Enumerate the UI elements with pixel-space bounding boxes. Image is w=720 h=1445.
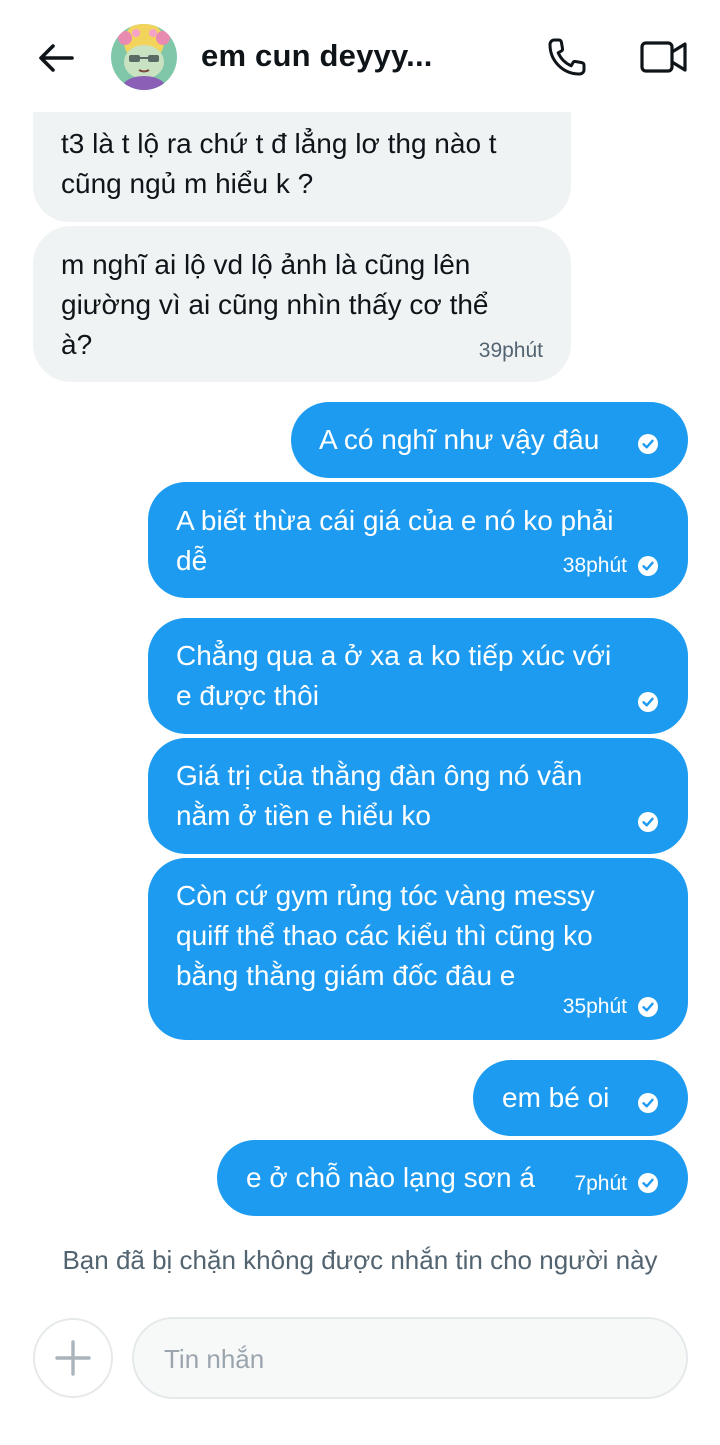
conversation-header: em cun deyyy... <box>0 0 720 112</box>
read-check-icon <box>638 1173 658 1193</box>
message-text: Giá trị của thằng đàn ông nó vẫn nằm ở t… <box>176 760 583 831</box>
read-check-icon <box>638 997 658 1017</box>
read-check-icon <box>638 812 658 832</box>
call-button[interactable] <box>545 35 589 79</box>
message-timestamp: 39phút <box>478 339 543 362</box>
message-timestamp: 35phút <box>562 995 627 1018</box>
message-bubble-incoming[interactable]: t3 là t lộ ra chứ t đ lẳng lơ thg nào t … <box>33 112 571 222</box>
message-bubble-incoming[interactable]: m nghĩ ai lộ vd lộ ảnh là cũng lên giườn… <box>33 226 571 382</box>
message-bubble-outgoing[interactable]: em bé oi <box>473 1060 688 1136</box>
message-text: Chẳng qua a ở xa a ko tiếp xúc với e đượ… <box>176 640 612 711</box>
arrow-left-icon <box>39 44 74 72</box>
read-check-icon <box>638 692 658 712</box>
back-button[interactable] <box>34 36 78 80</box>
message-bubble-outgoing[interactable]: e ở chỗ nào lạng sơn á 7phút <box>217 1140 688 1216</box>
read-check-icon <box>638 556 658 576</box>
message-text: A có nghĩ như vậy đâu <box>319 424 600 455</box>
message-bubble-outgoing[interactable]: Còn cứ gym rủng tóc vàng messy quiff thể… <box>148 858 688 1040</box>
message-text: em bé oi <box>502 1082 610 1113</box>
conversation-title[interactable]: em cun deyyy... <box>201 38 433 74</box>
read-check-icon <box>638 1093 658 1113</box>
message-bubble-outgoing[interactable]: A biết thừa cái giá của e nó ko phải dễ … <box>148 482 688 598</box>
message-text: t3 là t lộ ra chứ t đ lẳng lơ thg nào t … <box>61 128 497 199</box>
message-bubble-outgoing[interactable]: Giá trị của thằng đàn ông nó vẫn nằm ở t… <box>148 738 688 854</box>
video-call-button[interactable] <box>639 38 689 76</box>
video-camera-icon <box>640 41 687 73</box>
message-thread: t3 là t lộ ra chứ t đ lẳng lơ thg nào t … <box>0 0 720 1240</box>
avatar[interactable] <box>111 24 177 90</box>
message-composer <box>132 1317 688 1399</box>
plus-icon <box>55 1340 91 1376</box>
message-text: Còn cứ gym rủng tóc vàng messy quiff thể… <box>176 880 595 991</box>
blocked-notice: Bạn đã bị chặn không được nhắn tin cho n… <box>62 1245 658 1275</box>
message-bubble-outgoing[interactable]: A có nghĩ như vậy đâu <box>291 402 688 478</box>
message-text: m nghĩ ai lộ vd lộ ảnh là cũng lên giườn… <box>61 249 489 360</box>
read-check-icon <box>638 434 658 454</box>
add-attachment-button[interactable] <box>33 1318 113 1398</box>
message-input[interactable] <box>164 1339 654 1379</box>
message-timestamp: 7phút <box>574 1172 627 1195</box>
message-bubble-outgoing[interactable]: Chẳng qua a ở xa a ko tiếp xúc với e đượ… <box>148 618 688 734</box>
message-timestamp: 38phút <box>562 554 627 577</box>
phone-icon <box>548 38 586 76</box>
